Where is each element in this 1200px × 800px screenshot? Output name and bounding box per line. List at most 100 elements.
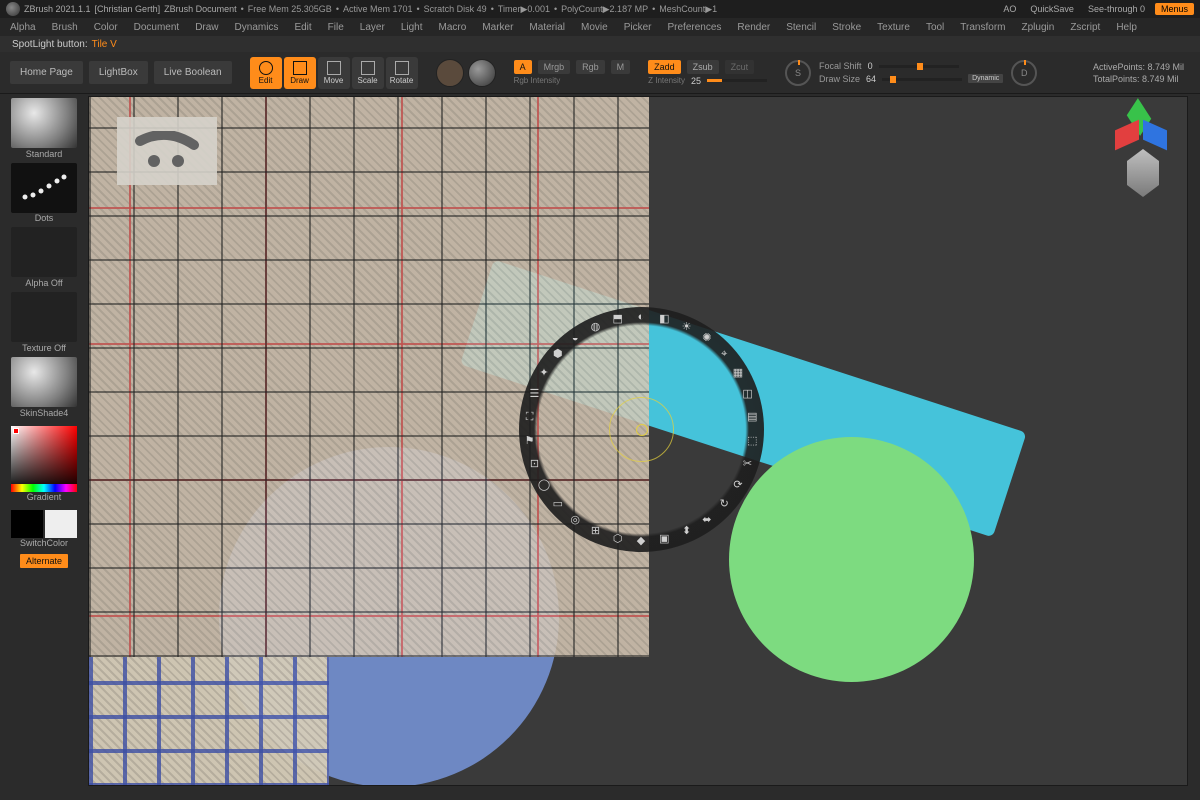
menu-dynamics[interactable]: Dynamics <box>235 22 279 33</box>
spotlight-tool-icon[interactable]: ⊞ <box>588 524 602 538</box>
spotlight-dial[interactable]: ◐ ◧ ☀ ✺⌖▦ ◫ ▤ ⬚ ✂ ⟳↻⬌ ⬍ ▣ ◆ ⬡ ⊞ ◎▭◯ ⊡ ⚑ ⛶ ☰ ✦⬢◒ ◍ ⬒ <box>519 307 764 552</box>
move-mode-button[interactable]: Move <box>318 57 350 89</box>
menu-picker[interactable]: Picker <box>624 22 652 33</box>
spotlight-tool-icon[interactable]: ▣ <box>657 532 671 546</box>
menu-stencil[interactable]: Stencil <box>786 22 816 33</box>
focal-shift-slider[interactable] <box>879 65 959 68</box>
spotlight-tool-icon[interactable]: ◒ <box>568 331 582 345</box>
menu-stroke[interactable]: Stroke <box>832 22 861 33</box>
menu-brush[interactable]: Brush <box>52 22 78 33</box>
viewport[interactable]: ◐ ◧ ☀ ✺⌖▦ ◫ ▤ ⬚ ✂ ⟳↻⬌ ⬍ ▣ ◆ ⬡ ⊞ ◎▭◯ ⊡ ⚑ ⛶ ☰ ✦⬢◒ ◍ ⬒ <box>88 96 1188 786</box>
menu-marker[interactable]: Marker <box>482 22 513 33</box>
material-thumb[interactable] <box>11 357 77 407</box>
spotlight-tool-icon[interactable]: ⬡ <box>611 532 625 546</box>
rotate-mode-button[interactable]: Rotate <box>386 57 418 89</box>
spotlight-tool-icon[interactable]: ▦ <box>731 366 745 380</box>
spotlight-tool-icon[interactable]: ◐ <box>634 310 648 324</box>
menu-movie[interactable]: Movie <box>581 22 608 33</box>
spotlight-tool-icon[interactable]: ✂ <box>741 457 755 471</box>
m-button[interactable]: M <box>611 60 631 74</box>
live-boolean-button[interactable]: Live Boolean <box>154 61 232 84</box>
dynamic-chip[interactable]: Dynamic <box>968 74 1003 83</box>
spotlight-tool-icon[interactable]: ▭ <box>551 497 565 511</box>
draw-icon <box>293 61 307 75</box>
spotlight-tool-icon[interactable]: ⌖ <box>717 347 731 361</box>
spotlight-tool-icon[interactable]: ⛶ <box>523 410 537 424</box>
menu-document[interactable]: Document <box>134 22 180 33</box>
menu-help[interactable]: Help <box>1116 22 1137 33</box>
spotlight-tool-icon[interactable]: ▤ <box>745 410 759 424</box>
zcut-button[interactable]: Zcut <box>725 60 755 74</box>
z-intensity-slider[interactable] <box>707 79 767 82</box>
rgb-button[interactable]: Rgb <box>576 60 605 74</box>
menu-preferences[interactable]: Preferences <box>667 22 721 33</box>
edit-mode-button[interactable]: Edit <box>250 57 282 89</box>
axis-gizmo[interactable] <box>1115 103 1167 147</box>
menu-transform[interactable]: Transform <box>960 22 1005 33</box>
spotlight-tool-icon[interactable]: ✺ <box>700 331 714 345</box>
draw-size-slider[interactable] <box>882 78 962 81</box>
menu-alpha[interactable]: Alpha <box>10 22 36 33</box>
spotlight-tool-icon[interactable]: ⬢ <box>551 347 565 361</box>
menus-button[interactable]: Menus <box>1155 3 1194 15</box>
lightbox-button[interactable]: LightBox <box>89 61 148 84</box>
menu-render[interactable]: Render <box>737 22 770 33</box>
spotlight-tool-icon[interactable]: ✦ <box>537 366 551 380</box>
spotlight-tool-icon[interactable]: ⟳ <box>731 478 745 492</box>
spotlight-texture-small[interactable] <box>89 657 329 786</box>
material-swatch[interactable] <box>468 59 496 87</box>
stroke-thumb[interactable] <box>11 163 77 213</box>
spotlight-tool-icon[interactable]: ☀ <box>680 320 694 334</box>
spotlight-tool-icon[interactable]: ◫ <box>741 387 755 401</box>
switchcolor-label[interactable]: SwitchColor <box>20 538 68 548</box>
spotlight-tool-icon[interactable]: ⬌ <box>700 513 714 527</box>
spotlight-tool-icon[interactable]: ⬍ <box>680 524 694 538</box>
menu-zplugin[interactable]: Zplugin <box>1022 22 1055 33</box>
s-dial[interactable]: S <box>785 60 811 86</box>
menu-color[interactable]: Color <box>94 22 118 33</box>
zsub-button[interactable]: Zsub <box>687 60 719 74</box>
alpha-thumb[interactable] <box>11 227 77 277</box>
menu-edit[interactable]: Edit <box>294 22 311 33</box>
menu-light[interactable]: Light <box>401 22 423 33</box>
spotlight-tool-icon[interactable]: ◎ <box>568 513 582 527</box>
spotlight-tool-icon[interactable]: ⬒ <box>611 312 625 326</box>
green-circle <box>729 437 974 682</box>
spotlight-tool-icon[interactable]: ◍ <box>588 320 602 334</box>
spotlight-tool-icon[interactable]: ⚑ <box>523 434 537 448</box>
mrgb-button[interactable]: Mrgb <box>538 60 571 74</box>
spotlight-tool-icon[interactable]: ⊡ <box>527 457 541 471</box>
ao-toggle[interactable]: AO <box>1003 4 1016 14</box>
menu-macro[interactable]: Macro <box>439 22 467 33</box>
draw-mode-button[interactable]: Draw <box>284 57 316 89</box>
spotlight-tool-icon[interactable]: ◆ <box>634 534 648 548</box>
spotlight-tool-icon[interactable]: ☰ <box>527 387 541 401</box>
menu-zscript[interactable]: Zscript <box>1070 22 1100 33</box>
menu-draw[interactable]: Draw <box>195 22 218 33</box>
spotlight-tool-icon[interactable]: ⬚ <box>745 434 759 448</box>
secondary-color-black[interactable] <box>11 510 43 538</box>
camera-head-icon[interactable] <box>1123 149 1163 197</box>
spotlight-tool-icon[interactable]: ◧ <box>657 312 671 326</box>
a-button[interactable]: A <box>514 60 532 74</box>
menu-texture[interactable]: Texture <box>877 22 910 33</box>
spotlight-tool-icon[interactable]: ◯ <box>537 478 551 492</box>
home-page-button[interactable]: Home Page <box>10 61 83 84</box>
scale-mode-button[interactable]: Scale <box>352 57 384 89</box>
menu-tool[interactable]: Tool <box>926 22 944 33</box>
secondary-color-white[interactable] <box>45 510 77 538</box>
seethrough-slider[interactable]: See-through 0 <box>1088 4 1145 14</box>
zadd-button[interactable]: Zadd <box>648 60 681 74</box>
quicksave-button[interactable]: QuickSave <box>1030 4 1074 14</box>
spotlight-tool-icon[interactable]: ↻ <box>717 497 731 511</box>
color-picker[interactable] <box>11 426 77 492</box>
gradient-label[interactable]: Gradient <box>27 492 62 502</box>
texture-thumb[interactable] <box>11 292 77 342</box>
menu-file[interactable]: File <box>328 22 344 33</box>
d-dial[interactable]: D <box>1011 60 1037 86</box>
brush-thumb[interactable] <box>11 98 77 148</box>
menu-layer[interactable]: Layer <box>360 22 385 33</box>
alternate-button[interactable]: Alternate <box>20 554 68 568</box>
menu-material[interactable]: Material <box>529 22 565 33</box>
brush-color-swatch[interactable] <box>436 59 464 87</box>
